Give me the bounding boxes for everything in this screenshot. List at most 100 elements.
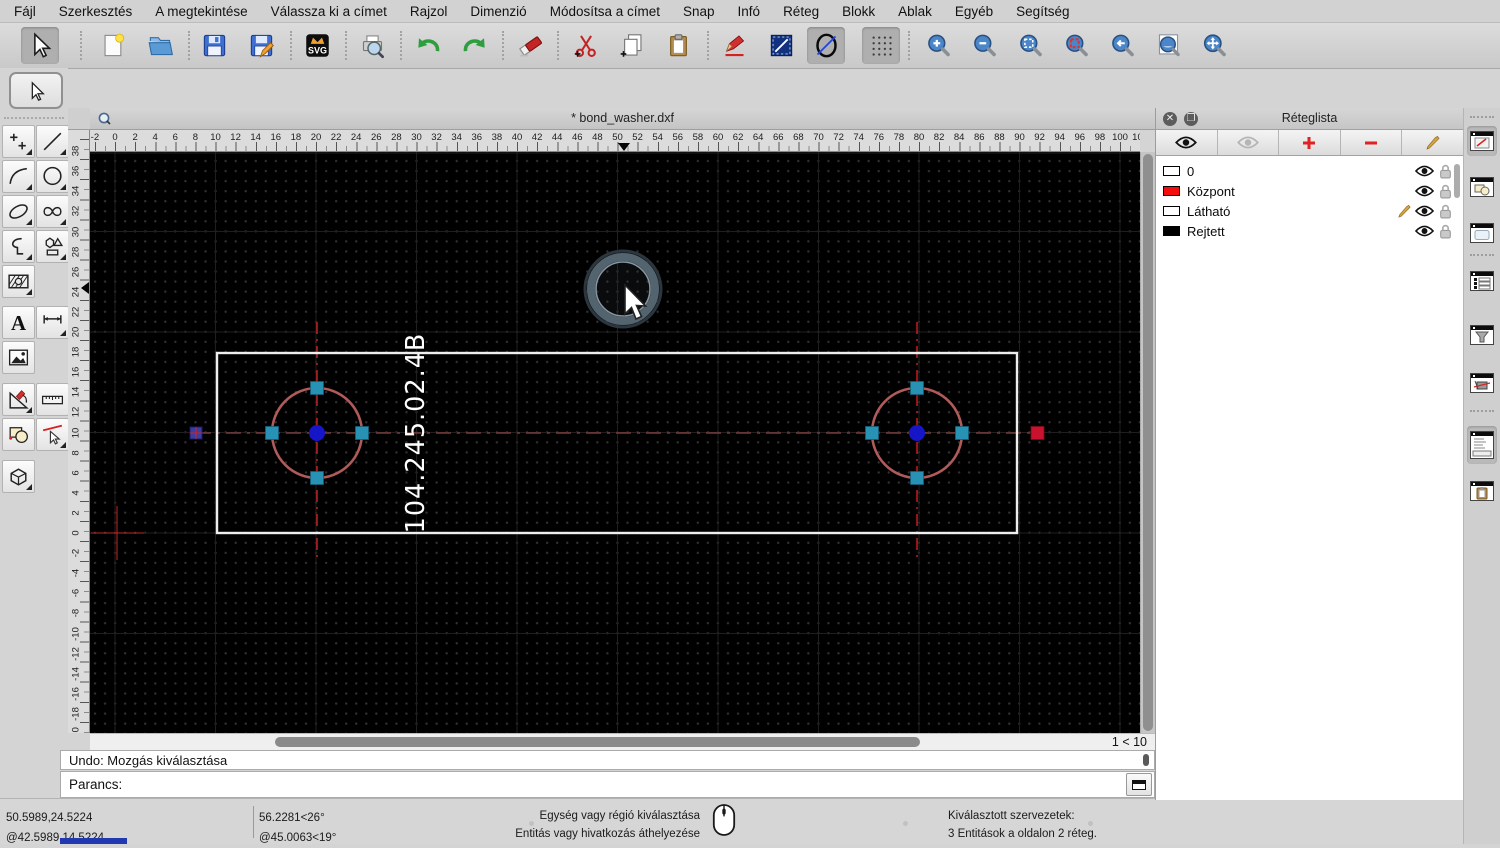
zoom-redraw-button[interactable] — [1149, 27, 1187, 64]
menu-egy-b[interactable]: Egyéb — [955, 4, 993, 19]
canvas-vertical-scrollbar[interactable] — [1140, 152, 1155, 733]
layer-panel-titlebar[interactable]: ✕ ❐ Réteglista — [1156, 108, 1463, 130]
layer-lock-icon[interactable] — [1435, 204, 1455, 219]
zoom-auto-button[interactable] — [1011, 27, 1049, 64]
eraser-button[interactable] — [511, 27, 549, 64]
line-tool-button[interactable] — [36, 125, 69, 158]
export-svg-button[interactable]: SVG — [298, 27, 336, 64]
print-preview-icon — [362, 35, 384, 59]
save-button[interactable] — [195, 27, 233, 64]
dock-filter-button[interactable] — [1467, 320, 1497, 350]
print-preview-button[interactable] — [353, 27, 391, 64]
show-all-layers-button[interactable] — [1156, 130, 1218, 155]
redo-button[interactable] — [455, 27, 493, 64]
image-tool-button[interactable] — [2, 341, 35, 374]
drawing-window-titlebar[interactable]: * bond_washer.dxf — [90, 108, 1155, 130]
menu-m-dos-tsa-a-c-met[interactable]: Módosítsa a címet — [550, 4, 660, 19]
copy-button[interactable] — [613, 27, 651, 64]
draw-circle-button[interactable] — [807, 27, 845, 64]
palette-select-button[interactable] — [9, 72, 63, 109]
layer-lock-icon[interactable] — [1435, 184, 1455, 199]
dock-pen-button[interactable] — [1467, 368, 1497, 398]
dock-properties-button[interactable] — [1467, 126, 1497, 156]
deselect-tool-button[interactable] — [36, 418, 69, 451]
new-document-button[interactable] — [94, 27, 132, 64]
text-tool-button[interactable]: A — [2, 306, 35, 339]
dock-command-button[interactable] — [1467, 426, 1497, 464]
vertical-scroll-thumb[interactable] — [1143, 154, 1153, 731]
layer-visibility-eye-icon[interactable] — [1413, 225, 1435, 237]
menu-blokk[interactable]: Blokk — [842, 4, 875, 19]
dock-library-button[interactable] — [1467, 218, 1497, 248]
command-dock-icon — [1470, 431, 1494, 459]
menu-seg-ts-g[interactable]: Segítség — [1016, 4, 1069, 19]
menu-f-jl[interactable]: Fájl — [14, 4, 36, 19]
layer-visibility-eye-icon[interactable] — [1413, 165, 1435, 177]
points-tool-button[interactable] — [2, 125, 35, 158]
svg-text:A: A — [11, 311, 26, 335]
undo-button[interactable] — [409, 27, 447, 64]
history-scroll-thumb[interactable] — [1143, 754, 1149, 766]
zoom-out-button[interactable] — [965, 27, 1003, 64]
menu-dimenzi-[interactable]: Dimenzió — [470, 4, 526, 19]
solid-3d-tool-button[interactable] — [2, 460, 35, 493]
spline-tool-button[interactable] — [36, 195, 69, 228]
measure-tool-button[interactable] — [36, 383, 69, 416]
dock-drag-handle[interactable] — [1470, 116, 1494, 118]
layer-lock-icon[interactable] — [1435, 224, 1455, 239]
draw-line-button[interactable] — [762, 27, 800, 64]
save-as-button[interactable] — [242, 27, 280, 64]
layer-row[interactable]: 0 — [1156, 161, 1463, 181]
circle-tool-button[interactable] — [36, 160, 69, 193]
drawing-canvas[interactable]: 104.245.02.4B — [90, 152, 1140, 733]
layer-row[interactable]: Látható — [1156, 201, 1463, 221]
zoom-pan-button[interactable] — [1195, 27, 1233, 64]
zoom-in-button[interactable] — [919, 27, 957, 64]
menu-a-megtekint-se[interactable]: A megtekintése — [155, 4, 247, 19]
layer-visibility-eye-icon[interactable] — [1413, 185, 1435, 197]
hide-all-layers-button[interactable] — [1218, 130, 1280, 155]
layer-row[interactable]: Központ — [1156, 181, 1463, 201]
paste-button[interactable] — [659, 27, 697, 64]
menu-rajzol[interactable]: Rajzol — [410, 4, 448, 19]
hatch-tool-button[interactable] — [2, 265, 35, 298]
draw-pencil-button[interactable] — [715, 27, 753, 64]
layer-row[interactable]: Rejtett — [1156, 221, 1463, 241]
modify-tool-button[interactable] — [2, 383, 35, 416]
ellipse-tool-button[interactable] — [2, 195, 35, 228]
h-ruler-label: 94 — [1054, 132, 1065, 143]
menu-snap[interactable]: Snap — [683, 4, 715, 19]
horizontal-scroll-thumb[interactable] — [275, 737, 920, 747]
zoom-window-button[interactable] — [1057, 27, 1095, 64]
layer-visibility-eye-icon[interactable] — [1413, 205, 1435, 217]
open-file-button[interactable] — [141, 27, 179, 64]
menu-inf-[interactable]: Infó — [738, 4, 761, 19]
dock-drag-handle[interactable] — [1470, 254, 1494, 256]
edit-layer-button[interactable] — [1402, 130, 1463, 155]
dock-clipboard-button[interactable] — [1467, 476, 1497, 506]
polyline-tool-button[interactable] — [2, 230, 35, 263]
cut-button[interactable] — [566, 27, 604, 64]
dock-layer-list-button[interactable] — [1467, 266, 1497, 296]
menu-ablak[interactable]: Ablak — [898, 4, 932, 19]
zoom-previous-button[interactable] — [1103, 27, 1141, 64]
remove-layer-button[interactable] — [1341, 130, 1403, 155]
command-input[interactable] — [191, 773, 1125, 798]
command-options-button[interactable] — [1126, 773, 1152, 796]
dock-blocks-button[interactable] — [1467, 172, 1497, 202]
arc-tool-button[interactable] — [2, 160, 35, 193]
layer-lock-icon[interactable] — [1435, 164, 1455, 179]
grid-toggle-button[interactable] — [862, 27, 900, 64]
palette-drag-handle[interactable] — [4, 117, 64, 119]
add-layer-button[interactable] — [1279, 130, 1341, 155]
menu-szerkeszt-s[interactable]: Szerkesztés — [59, 4, 133, 19]
select-tool-button[interactable] — [21, 27, 59, 64]
dock-drag-handle[interactable] — [1470, 410, 1494, 412]
canvas-horizontal-scrollbar[interactable]: 1 < 10 — [90, 733, 1155, 750]
polygon-tool-button[interactable] — [36, 230, 69, 263]
menu-r-teg[interactable]: Réteg — [783, 4, 819, 19]
menu-v-lassza-ki-a-c-met[interactable]: Válassza ki a címet — [271, 4, 387, 19]
dimension-tool-button[interactable] — [36, 306, 69, 339]
line-icon — [43, 132, 62, 151]
block-tool-button[interactable] — [2, 418, 35, 451]
